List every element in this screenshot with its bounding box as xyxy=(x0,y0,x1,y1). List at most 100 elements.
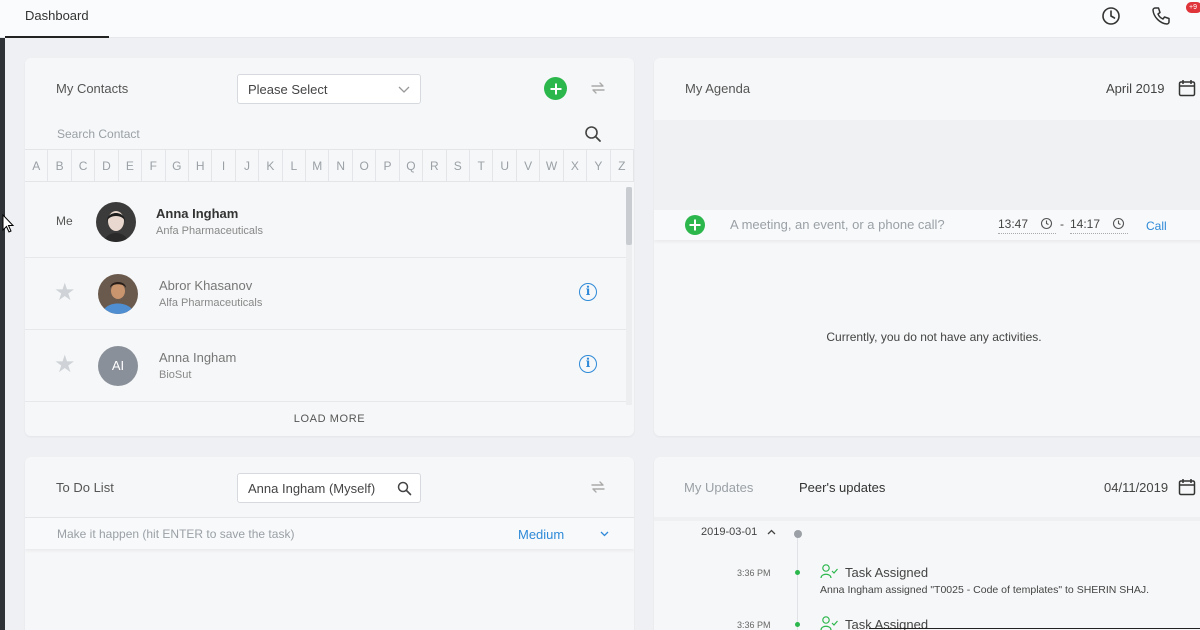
alphabet-letter-x[interactable]: X xyxy=(564,150,588,181)
avatar-initials-text: AI xyxy=(111,358,125,373)
new-activity-row: A meeting, an event, or a phone call? 13… xyxy=(654,210,1200,240)
new-task-input[interactable]: Make it happen (hit ENTER to save the ta… xyxy=(57,527,294,541)
star-icon[interactable]: ★ xyxy=(54,350,76,379)
updates-card: My Updates Peer's updates 04/11/2019 201… xyxy=(654,457,1200,630)
new-task-row: Make it happen (hit ENTER to save the ta… xyxy=(25,517,634,549)
alphabet-letter-v[interactable]: V xyxy=(517,150,541,181)
timeline-group-date[interactable]: 2019-03-01 xyxy=(701,526,776,538)
alphabet-letter-n[interactable]: N xyxy=(329,150,353,181)
alphabet-letter-d[interactable]: D xyxy=(95,150,119,181)
refresh-icon[interactable] xyxy=(589,79,607,97)
todo-title: To Do List xyxy=(56,480,114,495)
tab-my-updates[interactable]: My Updates xyxy=(684,480,753,495)
empty-activities-message: Currently, you do not have any activitie… xyxy=(826,330,1042,344)
start-time-value: 13:47 xyxy=(998,217,1029,231)
contact-name: Anna Ingham xyxy=(156,206,239,221)
alphabet-letter-p[interactable]: P xyxy=(376,150,400,181)
alphabet-letter-w[interactable]: W xyxy=(540,150,564,181)
update-title: Task Assigned xyxy=(845,565,929,580)
todo-assignee-value: Anna Ingham (Myself) xyxy=(248,481,376,496)
phone-icon[interactable] xyxy=(1150,5,1172,27)
contacts-title: My Contacts xyxy=(56,81,129,96)
alphabet-letter-c[interactable]: C xyxy=(72,150,96,181)
updates-date[interactable]: 04/11/2019 xyxy=(1104,480,1168,495)
avatar-initials: AI xyxy=(98,346,138,386)
contact-filter-select[interactable]: Please Select xyxy=(237,74,421,104)
contacts-scrollbar-thumb[interactable] xyxy=(626,187,632,245)
notification-badge: +9 xyxy=(1186,2,1200,13)
alphabet-letter-k[interactable]: K xyxy=(259,150,283,181)
add-contact-button[interactable] xyxy=(544,77,567,100)
todo-card: To Do List Anna Ingham (Myself) Make it … xyxy=(25,457,634,630)
bottom-divider xyxy=(869,628,1200,629)
user-check-icon xyxy=(820,564,838,579)
alphabet-letter-l[interactable]: L xyxy=(283,150,307,181)
contacts-card: My Contacts Please Select Search Contact… xyxy=(25,58,634,436)
alphabet-letter-i[interactable]: I xyxy=(212,150,236,181)
alphabet-letter-u[interactable]: U xyxy=(493,150,517,181)
activity-type-select[interactable]: Call xyxy=(1146,219,1167,233)
alphabet-letter-t[interactable]: T xyxy=(470,150,494,181)
timeline-group-dot xyxy=(794,530,802,538)
contact-row[interactable]: ★ AI Anna Ingham BioSut i xyxy=(25,330,628,402)
update-time: 3:36 PM xyxy=(737,620,771,630)
chevron-down-icon xyxy=(398,86,410,93)
contact-name: Anna Ingham xyxy=(159,350,237,365)
info-icon[interactable]: i xyxy=(579,283,597,301)
mouse-cursor-icon xyxy=(2,214,15,233)
contact-search-input[interactable]: Search Contact xyxy=(57,127,140,141)
alphabet-letter-q[interactable]: Q xyxy=(400,150,424,181)
avatar xyxy=(98,274,138,314)
calendar-icon[interactable] xyxy=(1178,478,1196,496)
todo-assignee-select[interactable]: Anna Ingham (Myself) xyxy=(237,473,421,503)
chevron-down-icon xyxy=(600,531,609,537)
alphabet-letter-e[interactable]: E xyxy=(119,150,143,181)
timeline-group-date-value: 2019-03-01 xyxy=(701,526,758,538)
alphabet-letter-o[interactable]: O xyxy=(353,150,377,181)
alphabet-letter-g[interactable]: G xyxy=(166,150,189,181)
calendar-icon[interactable] xyxy=(1178,79,1196,97)
alphabet-letter-z[interactable]: Z xyxy=(611,150,634,181)
clock-icon[interactable] xyxy=(1100,5,1122,27)
alphabet-letter-a[interactable]: A xyxy=(25,150,49,181)
alphabet-filter: ABCDEFGHIJKLMNOPQRSTUVWXYZ xyxy=(25,149,634,182)
search-icon[interactable] xyxy=(584,125,602,143)
contact-company: BioSut xyxy=(159,369,192,381)
clock-icon xyxy=(1040,217,1053,230)
alphabet-letter-m[interactable]: M xyxy=(306,150,330,181)
refresh-icon[interactable] xyxy=(589,478,607,496)
alphabet-letter-b[interactable]: B xyxy=(48,150,72,181)
contact-row[interactable]: ★ Abror Khasanov Alfa Pharmaceuticals i xyxy=(25,258,628,330)
add-activity-button[interactable] xyxy=(685,215,705,235)
user-check-icon xyxy=(820,616,838,630)
timeline-line xyxy=(797,537,798,630)
left-edge-strip xyxy=(0,38,5,630)
agenda-title: My Agenda xyxy=(685,81,751,96)
alphabet-letter-y[interactable]: Y xyxy=(587,150,611,181)
load-more-button[interactable]: LOAD MORE xyxy=(25,413,634,425)
star-icon[interactable]: ★ xyxy=(54,278,76,307)
alphabet-letter-s[interactable]: S xyxy=(447,150,471,181)
activity-input[interactable]: A meeting, an event, or a phone call? xyxy=(730,217,945,232)
agenda-month[interactable]: April 2019 xyxy=(1106,81,1165,96)
time-separator: - xyxy=(1060,217,1064,231)
tab-dashboard[interactable]: Dashboard xyxy=(5,0,109,38)
start-time[interactable]: 13:47 xyxy=(998,217,1056,234)
update-description: Anna Ingham assigned "T0025 - Code of te… xyxy=(820,584,1150,596)
clock-icon xyxy=(1112,217,1125,230)
contact-search[interactable]: Search Contact xyxy=(25,120,634,148)
timeline-item-dot xyxy=(795,622,800,627)
alphabet-letter-h[interactable]: H xyxy=(189,150,213,181)
end-time[interactable]: 14:17 xyxy=(1070,217,1128,234)
alphabet-letter-f[interactable]: F xyxy=(142,150,166,181)
priority-select[interactable]: Medium xyxy=(518,527,609,542)
contact-row-me[interactable]: Me Anna Ingham Anfa Pharmaceuticals xyxy=(25,186,628,258)
contact-company: Anfa Pharmaceuticals xyxy=(156,225,263,237)
tab-peers-updates[interactable]: Peer's updates xyxy=(799,480,885,495)
alphabet-letter-j[interactable]: J xyxy=(236,150,260,181)
alphabet-letter-r[interactable]: R xyxy=(423,150,447,181)
info-icon[interactable]: i xyxy=(579,355,597,373)
agenda-calendar-area xyxy=(654,120,1200,210)
update-time: 3:36 PM xyxy=(737,568,771,578)
agenda-card: My Agenda April 2019 A meeting, an event… xyxy=(654,58,1200,436)
